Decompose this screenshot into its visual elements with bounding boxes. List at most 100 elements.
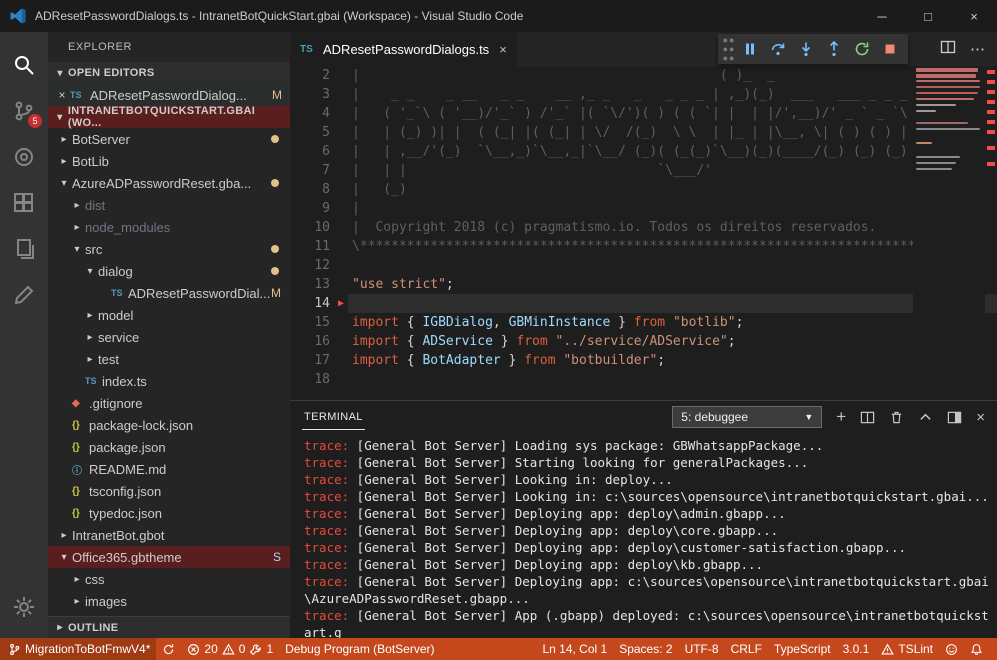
stop-button[interactable] [876,35,904,63]
code-line-10[interactable]: 10| Copyright 2018 (c) pragmatismo.io. T… [290,218,997,237]
tree-item-intranetbot-gbot[interactable]: ▸IntranetBot.gbot [48,524,290,546]
restart-button[interactable] [848,35,876,63]
settings-gear-icon[interactable] [0,584,48,630]
outline-section-header[interactable]: ▸ OUTLINE [48,616,290,638]
step-over-button[interactable] [764,35,792,63]
tree-item-botlib[interactable]: ▸BotLib [48,150,290,172]
minimize-button[interactable]: ─ [859,0,905,32]
ts-version[interactable]: 3.0.1 [837,638,876,660]
tree-item-botserver[interactable]: ▸BotServer [48,128,290,150]
tree-item-src[interactable]: ▾src [48,238,290,260]
tree-item-package-json[interactable]: {}package.json [48,436,290,458]
code-editor[interactable]: 2| ( )_ _ |3| _ _ _ __ _ _ __ ,_ _ _ _ _… [290,66,997,400]
code-line-16[interactable]: 16import { ADService } from "../service/… [290,332,997,351]
code-line-15[interactable]: 15import { IGBDialog, GBMinInstance } fr… [290,313,997,332]
split-editor-icon[interactable] [940,39,956,60]
tree-item-azureadpasswordreset-gba-[interactable]: ▾AzureADPasswordReset.gba... [48,172,290,194]
code-line-12[interactable]: 12 [290,256,997,275]
tree-item-label: dist [85,198,105,213]
tree-item-adresetpassworddial-[interactable]: TSADResetPasswordDial...M [48,282,290,304]
code-line-18[interactable]: 18 [290,370,997,389]
tree-item-label: dialog [98,264,133,279]
tree-item-css[interactable]: ▸css [48,568,290,590]
token [665,315,673,330]
tslint-status[interactable]: TSLint [875,638,939,660]
tree-item-package-lock-json[interactable]: {}package-lock.json [48,414,290,436]
code-line-6[interactable]: 6| | ,__/'(_) `\__,_)`\__,_|`\__/ (_)( (… [290,142,997,161]
modified-dot-badge [271,179,279,187]
indentation[interactable]: Spaces: 2 [613,638,678,660]
code-line-5[interactable]: 5| | (_) )| | ( (_| |( (_| | \/ /(_) \ \… [290,123,997,142]
tree-item-typedoc-json[interactable]: {}typedoc.json [48,502,290,524]
code-line-14[interactable]: 14▶ [290,294,997,313]
workspace-section-header[interactable]: ▾ INTRANETBOTQUICKSTART.GBAI (WO... [48,106,290,128]
open-editor-item[interactable]: × TS ADResetPasswordDialog... M [48,84,290,106]
tree-item-office365-gbtheme[interactable]: ▾Office365.gbthemeS [48,546,290,568]
problems-item[interactable]: 20 0 1 [181,638,279,660]
close-panel-icon[interactable]: × [976,409,985,426]
debug-program-item[interactable]: Debug Program (BotServer) [279,638,440,660]
search-icon[interactable] [0,42,48,88]
open-editors-header[interactable]: ▾ OPEN EDITORS [48,62,290,84]
eol-sequence[interactable]: CRLF [725,638,768,660]
code-line-7[interactable]: 7| | | `\___/' | [290,161,997,180]
code-line-3[interactable]: 3| _ _ _ __ _ _ __ ,_ _ _ _ _ _ | ,_)(_)… [290,85,997,104]
tree-item--gitignore[interactable]: ◆.gitignore [48,392,290,414]
maximize-panel-icon[interactable] [918,410,933,425]
tree-item-readme-md[interactable]: ⓘREADME.md [48,458,290,480]
minimap[interactable] [913,66,985,400]
files-icon[interactable] [0,226,48,272]
editor-tab[interactable]: TS ADResetPasswordDialogs.ts × [290,32,517,66]
more-actions-icon[interactable]: ⋯ [970,40,985,58]
maximize-button[interactable]: □ [905,0,951,32]
tree-item-service[interactable]: ▸service [48,326,290,348]
sync-button[interactable] [156,638,181,660]
status-bar: MigrationToBotFmwV4* 20 0 1 Debug Progra… [0,638,997,660]
modified-dot-badge [271,135,279,143]
tree-item-test[interactable]: ▸test [48,348,290,370]
tree-item-dialog[interactable]: ▾dialog [48,260,290,282]
source-control-icon[interactable]: 5 [0,88,48,134]
code-line-9[interactable]: 9| | [290,199,997,218]
code-line-8[interactable]: 8| (_) | [290,180,997,199]
tree-item-tsconfig-json[interactable]: {}tsconfig.json [48,480,290,502]
extensions-icon[interactable] [0,180,48,226]
language-mode[interactable]: TypeScript [768,638,837,660]
new-terminal-icon[interactable]: + [836,407,846,427]
tree-item-model[interactable]: ▸model [48,304,290,326]
line-number: 2 [290,66,334,85]
pause-button[interactable] [736,35,764,63]
encoding[interactable]: UTF-8 [679,638,725,660]
minimap-line [916,104,956,106]
overview-ruler[interactable] [985,66,997,400]
edit-icon[interactable] [0,272,48,318]
drag-handle-icon[interactable]: ●●●●●● [722,36,736,63]
code-line-2[interactable]: 2| ( )_ _ | [290,66,997,85]
terminal-tab[interactable]: TERMINAL [302,404,365,430]
close-icon[interactable]: × [54,88,70,102]
debug-icon[interactable] [0,134,48,180]
code-line-17[interactable]: 17import { BotAdapter } from "botbuilder… [290,351,997,370]
feedback-smiley-icon[interactable] [939,638,964,660]
tab-close-icon[interactable]: × [499,42,507,57]
step-into-button[interactable] [792,35,820,63]
notifications-bell-icon[interactable] [964,638,989,660]
panel-layout-icon[interactable] [947,410,962,425]
code-line-4[interactable]: 4| ( '_`\ ( '__)/'_` ) /'_` |( `\/')( ) … [290,104,997,123]
step-out-button[interactable] [820,35,848,63]
tree-item-images[interactable]: ▸images [48,590,290,612]
close-button[interactable]: × [951,0,997,32]
terminal-selector-dropdown[interactable]: 5: debuggee ▼ [672,406,822,428]
cursor-position[interactable]: Ln 14, Col 1 [536,638,613,660]
code-line-13[interactable]: 13"use strict"; [290,275,997,294]
tree-item-node-modules[interactable]: ▸node_modules [48,216,290,238]
kill-terminal-icon[interactable] [889,410,904,425]
git-branch-item[interactable]: MigrationToBotFmwV4* [0,638,156,660]
code-line-11[interactable]: 11\*************************************… [290,237,997,256]
terminal-output[interactable]: trace: [General Bot Server] Loading sys … [290,433,997,638]
minimap-line [916,92,978,94]
file-tree: ▸BotServer▸BotLib▾AzureADPasswordReset.g… [48,128,290,616]
split-terminal-icon[interactable] [860,410,875,425]
tree-item-index-ts[interactable]: TSindex.ts [48,370,290,392]
tree-item-dist[interactable]: ▸dist [48,194,290,216]
